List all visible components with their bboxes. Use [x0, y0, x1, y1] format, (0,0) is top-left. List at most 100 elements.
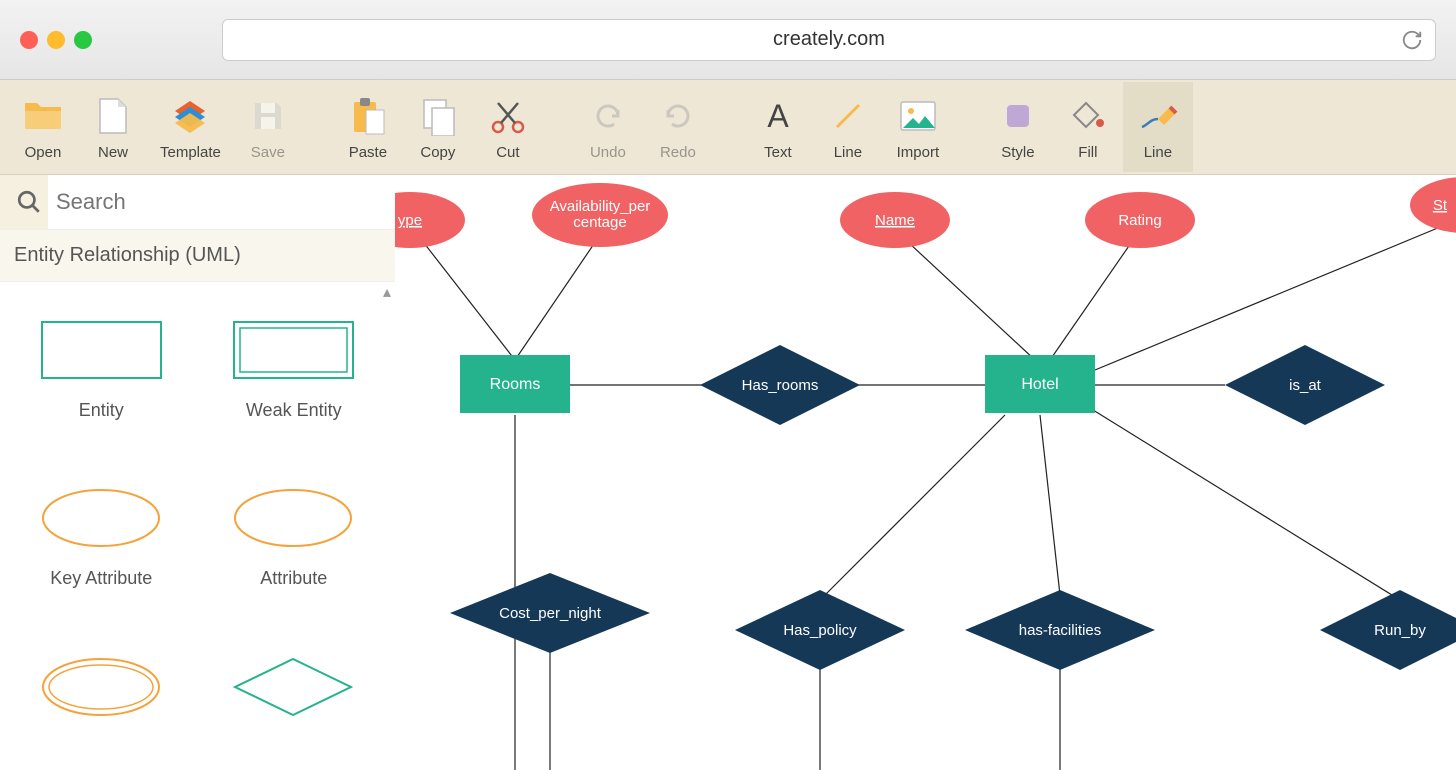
svg-text:has-facilities: has-facilities [1019, 622, 1102, 639]
svg-text:Hotel: Hotel [1021, 376, 1058, 393]
traffic-lights [20, 31, 92, 49]
edge[interactable] [1085, 405, 1400, 600]
search-icon[interactable] [0, 175, 48, 229]
sidebar: Entity Relationship (UML) ▴ Entity Weak … [0, 175, 395, 770]
maximize-window-button[interactable] [74, 31, 92, 49]
image-icon [899, 94, 937, 138]
svg-text:Has_rooms: Has_rooms [742, 377, 819, 394]
relationship-has-rooms[interactable]: Has_rooms [700, 345, 860, 425]
import-label: Import [897, 144, 940, 161]
shape-palette: ▴ Entity Weak Entity Key Attribute Attri… [0, 282, 395, 770]
reload-icon[interactable] [1401, 29, 1423, 51]
paste-icon [350, 94, 386, 138]
line-tool-label: Line [834, 144, 862, 161]
undo-button[interactable]: Undo [573, 82, 643, 172]
copy-label: Copy [420, 144, 455, 161]
template-button[interactable]: Template [148, 82, 233, 172]
shape-weak-entity[interactable]: Weak Entity [203, 296, 386, 454]
redo-icon [660, 94, 696, 138]
attribute-label: Attribute [260, 568, 327, 589]
key-attribute-label: Key Attribute [50, 568, 152, 589]
search-input[interactable] [56, 189, 381, 215]
svg-text:Name: Name [875, 212, 915, 229]
attribute-rating[interactable]: Rating [1085, 192, 1195, 248]
shape-entity[interactable]: Entity [10, 296, 193, 454]
line-tool-button[interactable]: Line [813, 82, 883, 172]
paste-label: Paste [349, 144, 387, 161]
category-header[interactable]: Entity Relationship (UML) [0, 230, 395, 282]
save-button[interactable]: Save [233, 82, 303, 172]
entity-rooms[interactable]: Rooms [460, 355, 570, 413]
folder-icon [23, 94, 63, 138]
shape-partial-2[interactable] [203, 633, 386, 756]
text-tool-button[interactable]: A Text [743, 82, 813, 172]
svg-text:Rooms: Rooms [490, 376, 541, 393]
copy-button[interactable]: Copy [403, 82, 473, 172]
redo-label: Redo [660, 144, 696, 161]
shape-attribute[interactable]: Attribute [203, 464, 386, 622]
toolbar: Open New Template Save Paste Copy C [0, 80, 1456, 175]
relationship-is-at[interactable]: is_at [1225, 345, 1385, 425]
relationship-has-facilities[interactable]: has-facilities [965, 590, 1155, 670]
attribute-name[interactable]: Name [840, 192, 950, 248]
svg-text:Rating: Rating [1118, 212, 1161, 229]
diagram-canvas[interactable]: ype Availability_per centage Name Rating… [395, 175, 1456, 770]
browser-chrome: creately.com [0, 0, 1456, 80]
relationship-shape-icon [226, 651, 361, 723]
cut-button[interactable]: Cut [473, 82, 543, 172]
svg-text:Has_policy: Has_policy [783, 622, 857, 639]
line-style-label: Line [1144, 144, 1172, 161]
new-button[interactable]: New [78, 82, 148, 172]
url-text: creately.com [773, 28, 885, 51]
pencil-line-icon [1138, 94, 1178, 138]
style-label: Style [1001, 144, 1034, 161]
svg-text:A: A [767, 99, 789, 133]
redo-button[interactable]: Redo [643, 82, 713, 172]
edge[interactable] [1050, 230, 1140, 360]
svg-text:centage: centage [573, 214, 626, 231]
entity-hotel[interactable]: Hotel [985, 355, 1095, 413]
close-window-button[interactable] [20, 31, 38, 49]
line-style-button[interactable]: Line [1123, 82, 1193, 172]
paste-button[interactable]: Paste [333, 82, 403, 172]
fill-icon [1070, 94, 1106, 138]
edge[interactable] [1040, 415, 1060, 595]
template-label: Template [160, 144, 221, 161]
attribute-availability[interactable]: Availability_per centage [532, 183, 668, 247]
edge[interactable] [895, 230, 1035, 360]
style-icon [1001, 94, 1035, 138]
open-label: Open [25, 144, 62, 161]
shape-partial-1[interactable] [10, 633, 193, 756]
relationship-run-by[interactable]: Run_by [1320, 590, 1456, 670]
shape-key-attribute[interactable]: Key Attribute [10, 464, 193, 622]
scroll-up-icon[interactable]: ▴ [383, 282, 391, 302]
scissors-icon [488, 94, 528, 138]
svg-text:is_at: is_at [1289, 377, 1322, 394]
relationship-cost-per-night[interactable]: Cost_per_night [450, 573, 650, 653]
fill-button[interactable]: Fill [1053, 82, 1123, 172]
url-bar[interactable]: creately.com [222, 19, 1436, 61]
attribute-type[interactable]: ype [395, 192, 465, 248]
copy-icon [420, 94, 456, 138]
search-row [0, 175, 395, 230]
new-label: New [98, 144, 128, 161]
attribute-st[interactable]: St [1410, 177, 1456, 233]
derived-attribute-shape-icon [34, 651, 169, 723]
entity-shape-icon [34, 314, 169, 386]
template-icon [171, 94, 209, 138]
relationship-has-policy[interactable]: Has_policy [735, 590, 905, 670]
svg-text:St: St [1433, 197, 1448, 214]
edge[interactable] [515, 235, 600, 360]
text-icon: A [761, 94, 795, 138]
undo-label: Undo [590, 144, 626, 161]
style-button[interactable]: Style [983, 82, 1053, 172]
edge[interactable] [820, 415, 1005, 600]
cut-label: Cut [496, 144, 519, 161]
svg-text:Cost_per_night: Cost_per_night [499, 605, 602, 622]
attribute-shape-icon [226, 482, 361, 554]
import-button[interactable]: Import [883, 82, 953, 172]
save-label: Save [251, 144, 285, 161]
open-button[interactable]: Open [8, 82, 78, 172]
text-label: Text [764, 144, 792, 161]
minimize-window-button[interactable] [47, 31, 65, 49]
